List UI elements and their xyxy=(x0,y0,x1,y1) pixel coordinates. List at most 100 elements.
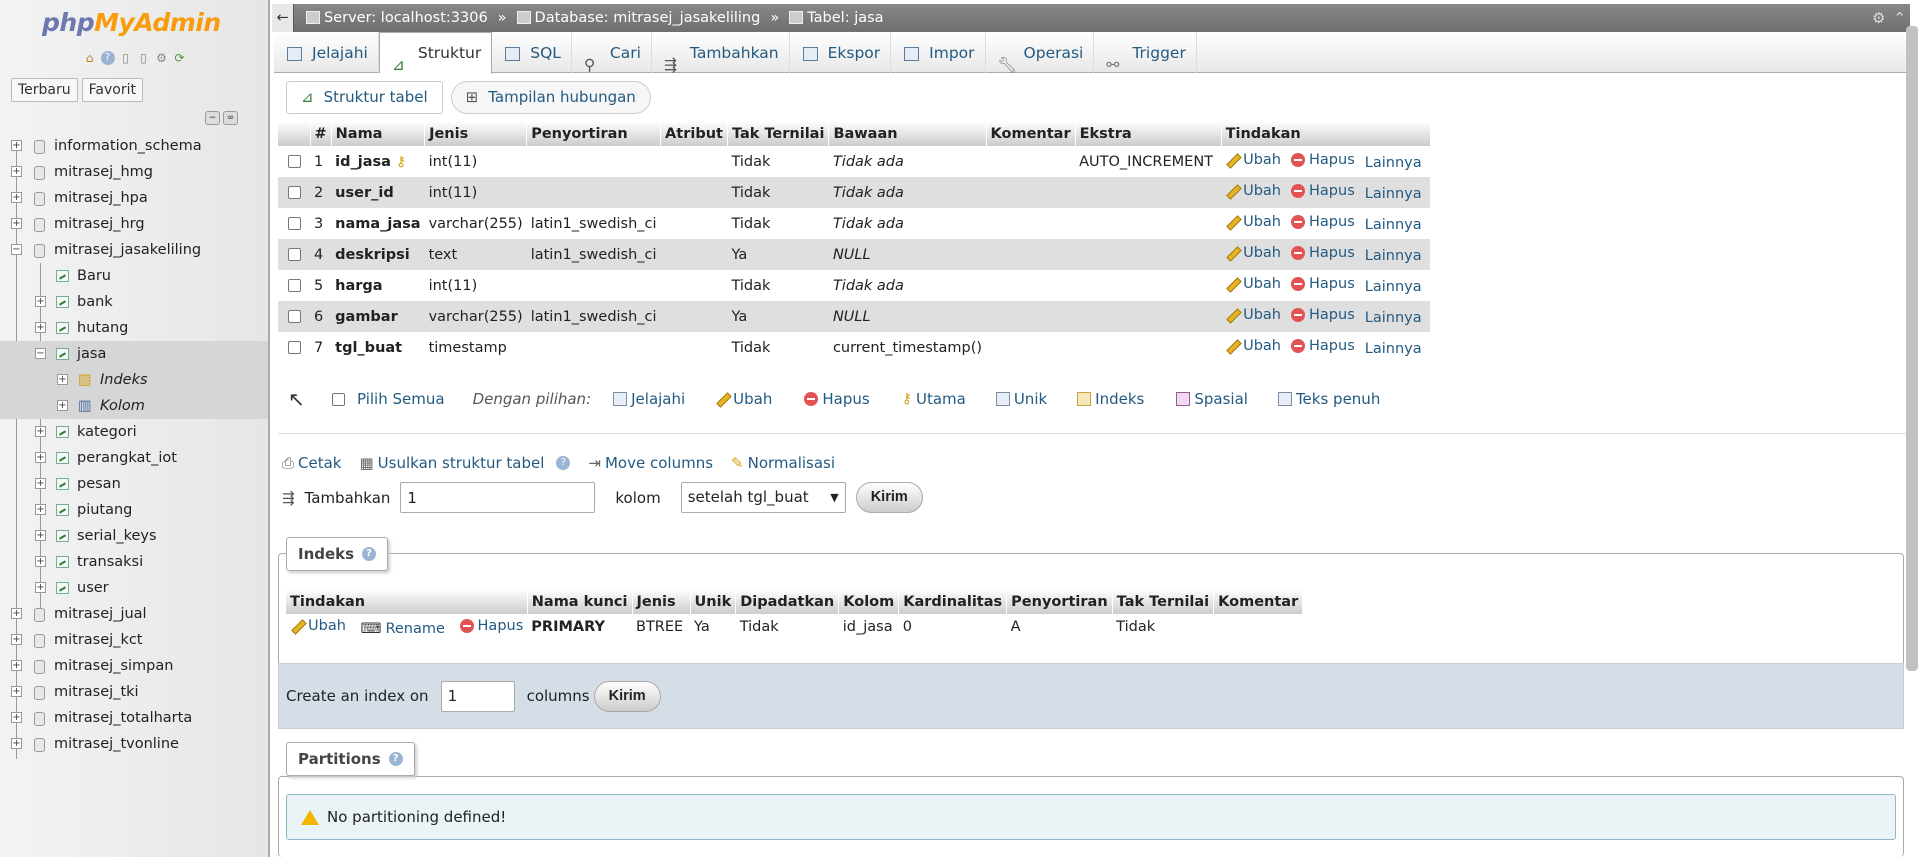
edit-column-button[interactable]: Ubah xyxy=(1225,152,1281,168)
expand-icon[interactable]: + xyxy=(35,556,46,567)
expand-icon[interactable]: + xyxy=(11,166,22,177)
db-mitrasej-hrg[interactable]: + mitrasej_hrg xyxy=(0,211,268,237)
create-index-submit-button[interactable]: Kirim xyxy=(593,680,661,712)
tab-export[interactable]: Ekspor xyxy=(790,32,892,73)
tab-triggers[interactable]: ⚯ Trigger xyxy=(1094,32,1197,74)
expand-icon[interactable]: + xyxy=(11,192,22,203)
help-icon[interactable]: ? xyxy=(556,456,571,470)
edit-column-button[interactable]: Ubah xyxy=(1225,183,1281,199)
edit-column-button[interactable]: Ubah xyxy=(1225,214,1281,230)
drop-column-button[interactable]: Hapus xyxy=(1291,245,1355,261)
expand-icon[interactable]: + xyxy=(11,686,22,697)
new-table-item[interactable]: Baru xyxy=(0,263,268,289)
row-checkbox[interactable] xyxy=(288,279,301,292)
collapse-icon[interactable]: ⌃ xyxy=(1893,4,1906,32)
index-delete-button[interactable]: Hapus xyxy=(459,618,523,634)
table-serial-keys[interactable]: + serial_keys xyxy=(0,523,268,549)
db-mitrasej-hpa[interactable]: + mitrasej_hpa xyxy=(0,185,268,211)
index-rename-button[interactable]: ⌨ Rename xyxy=(361,621,445,637)
column-name[interactable]: user_id xyxy=(331,177,425,208)
jasa-columns[interactable]: + ▥ Kolom xyxy=(0,393,268,419)
help-icon[interactable]: ? xyxy=(362,547,377,561)
bulk-index-button[interactable]: Indeks xyxy=(1077,390,1144,408)
help-icon[interactable]: ? xyxy=(100,50,115,65)
edit-column-button[interactable]: Ubah xyxy=(1225,245,1281,261)
check-all-label[interactable]: Pilih Semua xyxy=(357,390,445,408)
more-actions-dropdown[interactable]: Lainnya xyxy=(1365,186,1422,202)
docs-icon[interactable]: ▯ xyxy=(136,50,151,65)
drop-column-button[interactable]: Hapus xyxy=(1291,152,1355,168)
row-checkbox[interactable] xyxy=(288,310,301,323)
recent-tab[interactable]: Terbaru xyxy=(11,78,78,102)
add-columns-submit-button[interactable]: Kirim xyxy=(855,482,923,513)
expand-icon[interactable]: + xyxy=(35,452,46,463)
db-information-schema[interactable]: + information_schema xyxy=(0,133,268,159)
settings-icon[interactable]: ⚙ xyxy=(154,50,169,65)
column-name[interactable]: nama_jasa xyxy=(331,208,425,239)
phpmyadmin-logo[interactable]: phpMyAdmin xyxy=(42,8,221,37)
more-actions-dropdown[interactable]: Lainnya xyxy=(1365,155,1422,171)
more-actions-dropdown[interactable]: Lainnya xyxy=(1365,217,1422,233)
column-name[interactable]: id_jasa ⚷ xyxy=(331,146,425,177)
expand-icon[interactable]: + xyxy=(57,400,68,411)
bulk-unique-button[interactable]: Unik xyxy=(995,390,1047,408)
drop-column-button[interactable]: Hapus xyxy=(1291,183,1355,199)
expand-icon[interactable]: + xyxy=(35,478,46,489)
bulk-browse-button[interactable]: Jelajahi xyxy=(613,390,685,408)
normalize-button[interactable]: ✎ Normalisasi xyxy=(731,454,835,472)
table-pesan[interactable]: + pesan xyxy=(0,471,268,497)
tab-sql[interactable]: SQL xyxy=(492,32,572,73)
bulk-delete-button[interactable]: Hapus xyxy=(804,390,870,408)
column-name[interactable]: gambar xyxy=(331,301,425,332)
index-edit-button[interactable]: Ubah xyxy=(290,618,346,634)
edit-column-button[interactable]: Ubah xyxy=(1225,307,1281,323)
table-bank[interactable]: + bank xyxy=(0,289,268,315)
breadcrumb-database[interactable]: Database: mitrasej_jasakeliling xyxy=(516,4,760,32)
print-button[interactable]: ⎙ Cetak xyxy=(282,454,341,472)
check-all-checkbox[interactable] xyxy=(332,392,345,406)
tab-structure[interactable]: ⊿ Struktur xyxy=(378,32,493,74)
documentation-icon[interactable]: ▯ xyxy=(118,50,133,65)
db-mitrasej-tvonline[interactable]: + mitrasej_tvonline xyxy=(0,731,268,757)
more-actions-dropdown[interactable]: Lainnya xyxy=(1365,310,1422,326)
propose-structure-button[interactable]: ▦ Usulkan struktur tabel? xyxy=(359,454,571,472)
table-user[interactable]: + user xyxy=(0,575,268,601)
edit-column-button[interactable]: Ubah xyxy=(1225,338,1281,354)
expand-icon[interactable]: + xyxy=(35,296,46,307)
drop-column-button[interactable]: Hapus xyxy=(1291,307,1355,323)
jasa-indexes[interactable]: + ▨ Indeks xyxy=(0,367,268,393)
bulk-fulltext-button[interactable]: Teks penuh xyxy=(1277,390,1380,408)
db-mitrasej-jasakeliling[interactable]: − mitrasej_jasakeliling xyxy=(0,237,268,263)
edit-column-button[interactable]: Ubah xyxy=(1225,276,1281,292)
tab-browse[interactable]: Jelajahi xyxy=(274,32,379,73)
tab-insert[interactable]: ⇶ Tambahkan xyxy=(652,32,790,74)
home-icon[interactable]: ⌂ xyxy=(82,50,97,65)
drop-column-button[interactable]: Hapus xyxy=(1291,276,1355,292)
column-name[interactable]: deskripsi xyxy=(331,239,425,270)
reload-icon[interactable]: ⟳ xyxy=(172,50,187,65)
drop-column-button[interactable]: Hapus xyxy=(1291,338,1355,354)
subtab-table-structure[interactable]: ⊿ Struktur tabel xyxy=(286,81,443,114)
add-columns-count-input[interactable] xyxy=(400,482,596,513)
row-checkbox[interactable] xyxy=(288,155,301,168)
favorite-tab[interactable]: Favorit xyxy=(81,78,143,102)
create-index-count-input[interactable] xyxy=(440,680,515,712)
expand-icon[interactable]: + xyxy=(11,608,22,619)
row-checkbox[interactable] xyxy=(288,341,301,354)
row-checkbox[interactable] xyxy=(288,217,301,230)
table-hutang[interactable]: + hutang xyxy=(0,315,268,341)
vertical-scrollbar[interactable] xyxy=(1906,26,1918,671)
expand-icon[interactable]: + xyxy=(35,322,46,333)
expand-icon[interactable]: + xyxy=(35,530,46,541)
move-columns-button[interactable]: ⇥ Move columns xyxy=(588,454,713,472)
expand-icon[interactable]: + xyxy=(35,582,46,593)
tab-import[interactable]: Impor xyxy=(891,32,986,73)
more-actions-dropdown[interactable]: Lainnya xyxy=(1365,341,1422,357)
back-arrow-icon[interactable]: ← xyxy=(272,4,294,32)
db-mitrasej-kct[interactable]: + mitrasej_kct xyxy=(0,627,268,653)
expand-icon[interactable]: + xyxy=(35,426,46,437)
db-mitrasej-simpan[interactable]: + mitrasej_simpan xyxy=(0,653,268,679)
db-mitrasej-hmg[interactable]: + mitrasej_hmg xyxy=(0,159,268,185)
table-piutang[interactable]: + piutang xyxy=(0,497,268,523)
column-name[interactable]: harga xyxy=(331,270,425,301)
